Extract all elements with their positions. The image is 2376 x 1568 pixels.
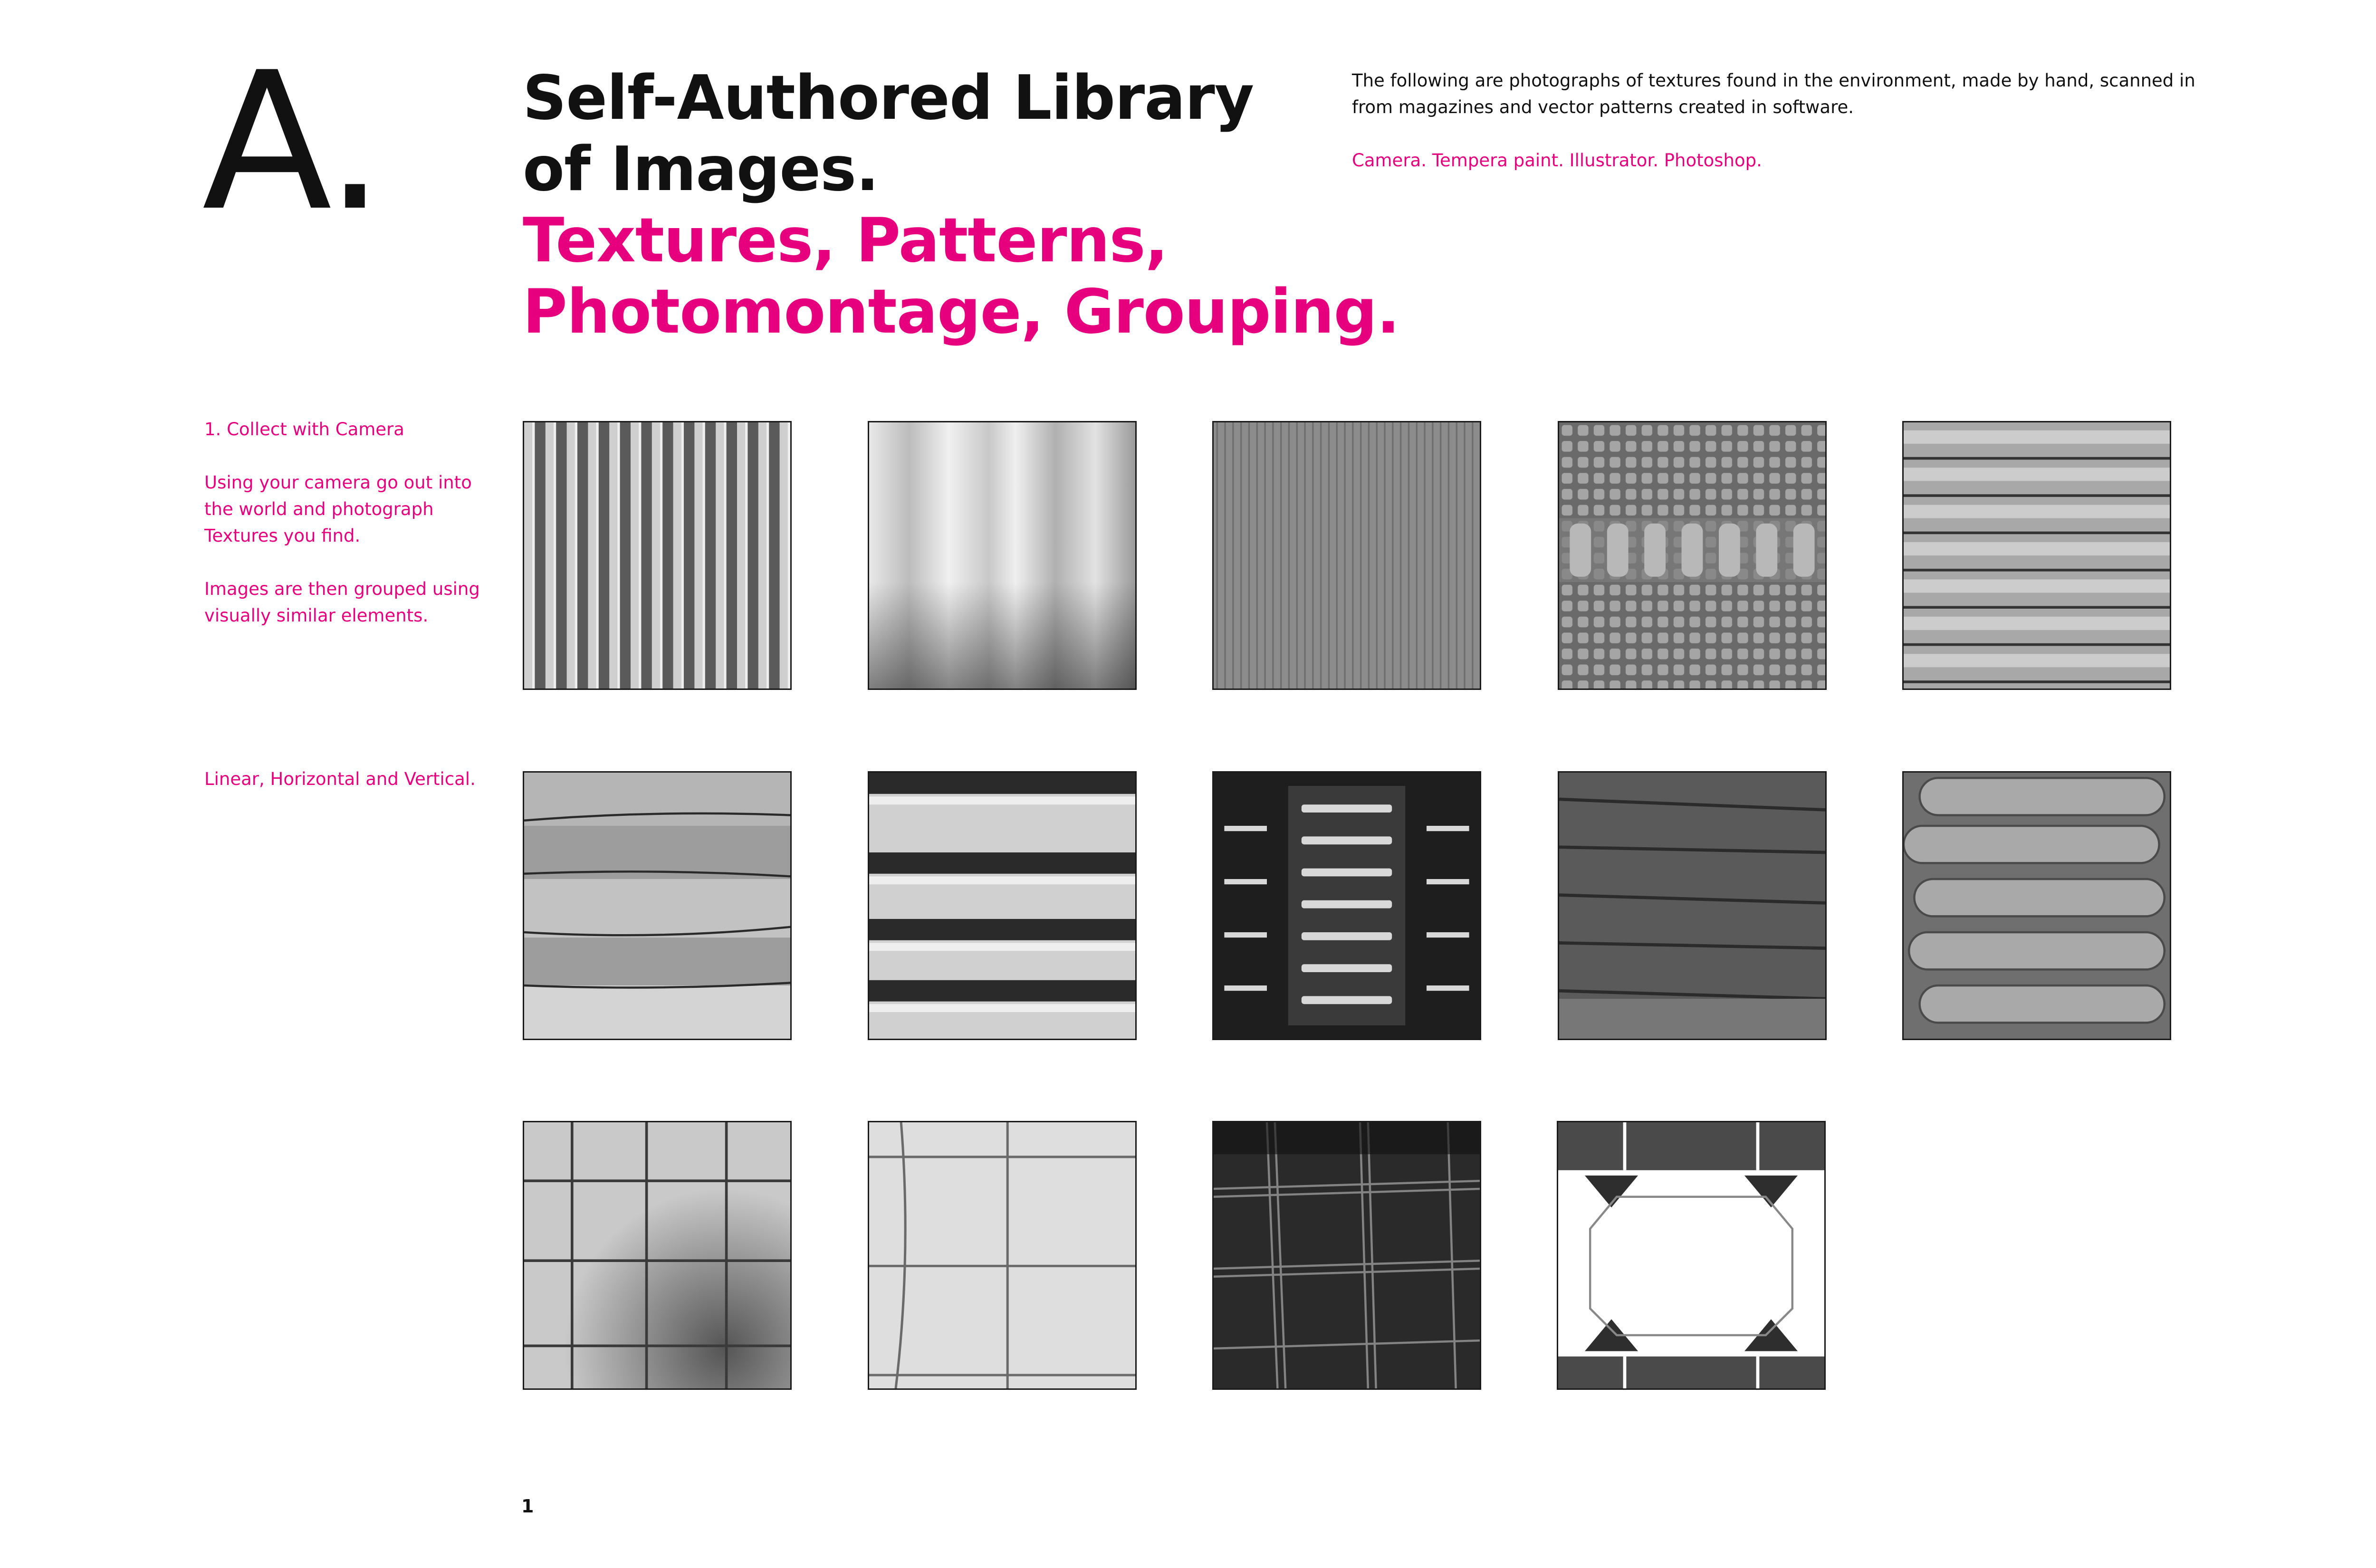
section-letter: A. — [202, 32, 385, 253]
page-title: Self-Authored Library of Images. Texture… — [523, 63, 1400, 348]
texture-image-octagon-tile — [1557, 1121, 1826, 1390]
texture-image-horizontal-blinds — [1902, 421, 2171, 690]
texture-image-scratched-metal — [523, 771, 792, 1040]
title-line-2: of Images. — [523, 134, 879, 205]
subtitle-line-1: Textures, Patterns, — [523, 205, 1168, 276]
intro-description: The following are photographs of texture… — [1352, 70, 2195, 117]
intro-tools: Camera. Tempera paint. Illustrator. Phot… — [1352, 150, 1762, 171]
texture-image-woven-basket — [1558, 421, 1827, 690]
subtitle-line-2: Photomontage, Grouping. — [523, 277, 1400, 347]
group-label: Linear, Horizontal and Vertical. — [204, 769, 476, 789]
step-grouping: Images are then grouped using visually s… — [204, 579, 480, 626]
step-heading: 1. Collect with Camera — [204, 419, 404, 440]
texture-image-stacked-rolls — [1902, 771, 2171, 1040]
texture-image-metal-slats — [868, 771, 1137, 1040]
texture-image-wood-grain — [1212, 421, 1481, 690]
texture-image-vent-grille — [1212, 771, 1481, 1040]
texture-image-vertical-stripes — [523, 421, 792, 690]
texture-image-wet-concrete — [1558, 771, 1827, 1040]
intro-text: The following are photographs of texture… — [1352, 67, 2203, 174]
sidebar-notes: 1. Collect with Camera Using your camera… — [204, 416, 489, 656]
texture-image-plaid-fabric — [1212, 1121, 1481, 1390]
title-line-1: Self-Authored Library — [523, 63, 1254, 134]
step-instructions: Using your camera go out into the world … — [204, 472, 472, 546]
texture-image-square-tiles — [523, 1121, 792, 1390]
page-number: 1 — [521, 1496, 534, 1517]
texture-image-bathroom-tiles — [868, 1121, 1137, 1390]
texture-image-curtain-folds — [868, 421, 1137, 690]
